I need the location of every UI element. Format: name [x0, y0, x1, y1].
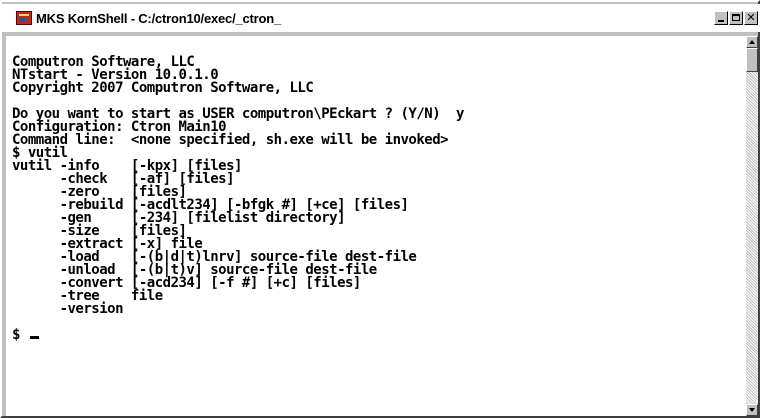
- window-controls: ✕: [714, 11, 758, 25]
- window-title: MKS KornShell - C:/ctron10/exec/_ctron_: [36, 10, 282, 26]
- vertical-scrollbar[interactable]: [746, 36, 758, 416]
- maximize-button[interactable]: [729, 11, 743, 25]
- scroll-down-button[interactable]: [746, 404, 758, 416]
- scroll-thumb[interactable]: [746, 48, 758, 72]
- shell-prompt: $: [12, 327, 28, 343]
- text-cursor: [29, 336, 39, 339]
- console-line: Copyright 2007 Computron Software, LLC: [12, 80, 314, 96]
- title-bar[interactable]: MKS KornShell - C:/ctron10/exec/_ctron_ …: [2, 4, 760, 32]
- scroll-up-button[interactable]: [746, 36, 758, 48]
- console-prompt-line: $: [12, 327, 748, 343]
- minimize-button[interactable]: [714, 11, 728, 25]
- console-text: Computron Software, LLC NTstart - Version…: [6, 36, 748, 342]
- console-line: Command line: <none specified, sh.exe wi…: [12, 132, 449, 148]
- kornshell-app-icon[interactable]: [16, 11, 32, 25]
- console-line: -version: [12, 301, 124, 317]
- console-output[interactable]: Computron Software, LLC NTstart - Version…: [6, 36, 748, 416]
- kornshell-window: MKS KornShell - C:/ctron10/exec/_ctron_ …: [0, 0, 760, 418]
- close-button[interactable]: ✕: [744, 11, 758, 25]
